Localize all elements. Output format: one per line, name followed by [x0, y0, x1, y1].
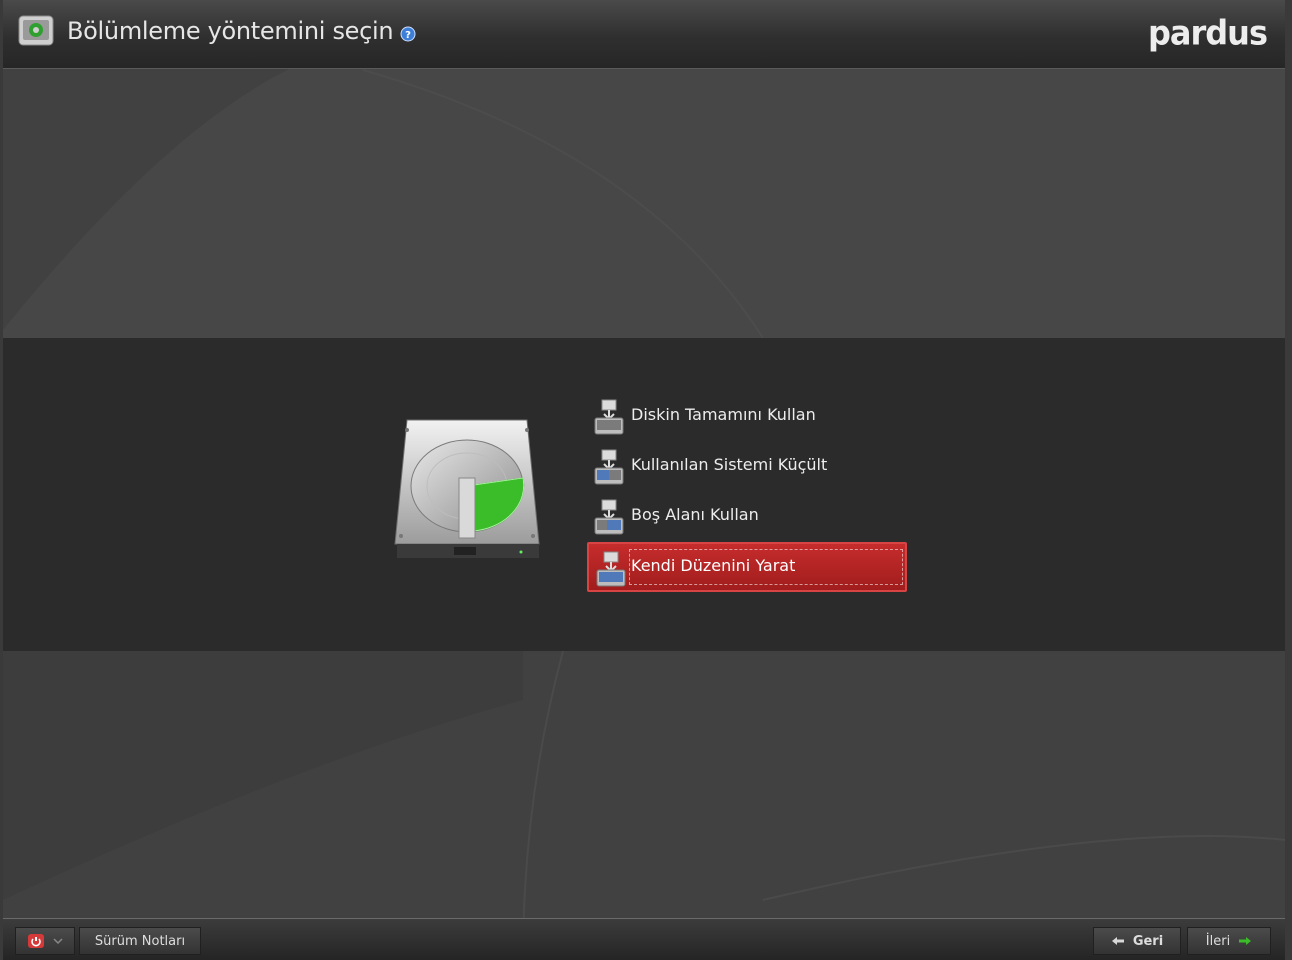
arrow-right-icon: [1239, 937, 1252, 945]
power-icon: [28, 934, 44, 948]
option-use-free-space[interactable]: Boş Alanı Kullan: [587, 492, 907, 542]
installer-icon: [18, 15, 54, 46]
arrow-left-icon: [1111, 937, 1124, 945]
footer-bar: Sürüm Notları Geri İleri: [3, 918, 1285, 960]
hard-disk-icon: [394, 419, 540, 558]
pardus-logo: pardus: [1147, 13, 1268, 53]
option-label: Kullanılan Sistemi Küçült: [631, 455, 828, 474]
disk-shrink-icon: [594, 449, 624, 485]
installer-window: Bölümleme yöntemini seçin ? pardus Diski…: [3, 0, 1285, 960]
release-notes-button[interactable]: Sürüm Notları: [79, 927, 201, 955]
disk-custom-icon: [596, 551, 626, 587]
option-create-custom-layout[interactable]: Kendi Düzenini Yarat: [587, 542, 907, 592]
partition-options: Diskin Tamamını Kullan Kullanılan Sistem…: [587, 392, 907, 592]
next-label: İleri: [1205, 933, 1231, 949]
page-title: Bölümleme yöntemini seçin: [67, 17, 394, 45]
option-label: Kendi Düzenini Yarat: [631, 556, 796, 575]
back-label: Geri: [1132, 933, 1164, 949]
svg-text:?: ?: [405, 30, 411, 41]
chevron-down-icon: [53, 938, 63, 945]
title-bar: Bölümleme yöntemini seçin ? pardus: [3, 0, 1285, 69]
option-label: Boş Alanı Kullan: [631, 505, 759, 524]
option-label: Diskin Tamamını Kullan: [631, 405, 816, 424]
power-menu-button[interactable]: [15, 927, 75, 955]
option-shrink-system[interactable]: Kullanılan Sistemi Küçült: [587, 442, 907, 492]
help-icon[interactable]: ?: [400, 26, 416, 42]
disk-free-space-icon: [594, 499, 624, 535]
next-button[interactable]: İleri: [1187, 927, 1271, 955]
back-button[interactable]: Geri: [1093, 927, 1181, 955]
release-notes-label: Sürüm Notları: [94, 933, 186, 949]
disk-full-icon: [594, 399, 624, 435]
option-use-entire-disk[interactable]: Diskin Tamamını Kullan: [587, 392, 907, 442]
